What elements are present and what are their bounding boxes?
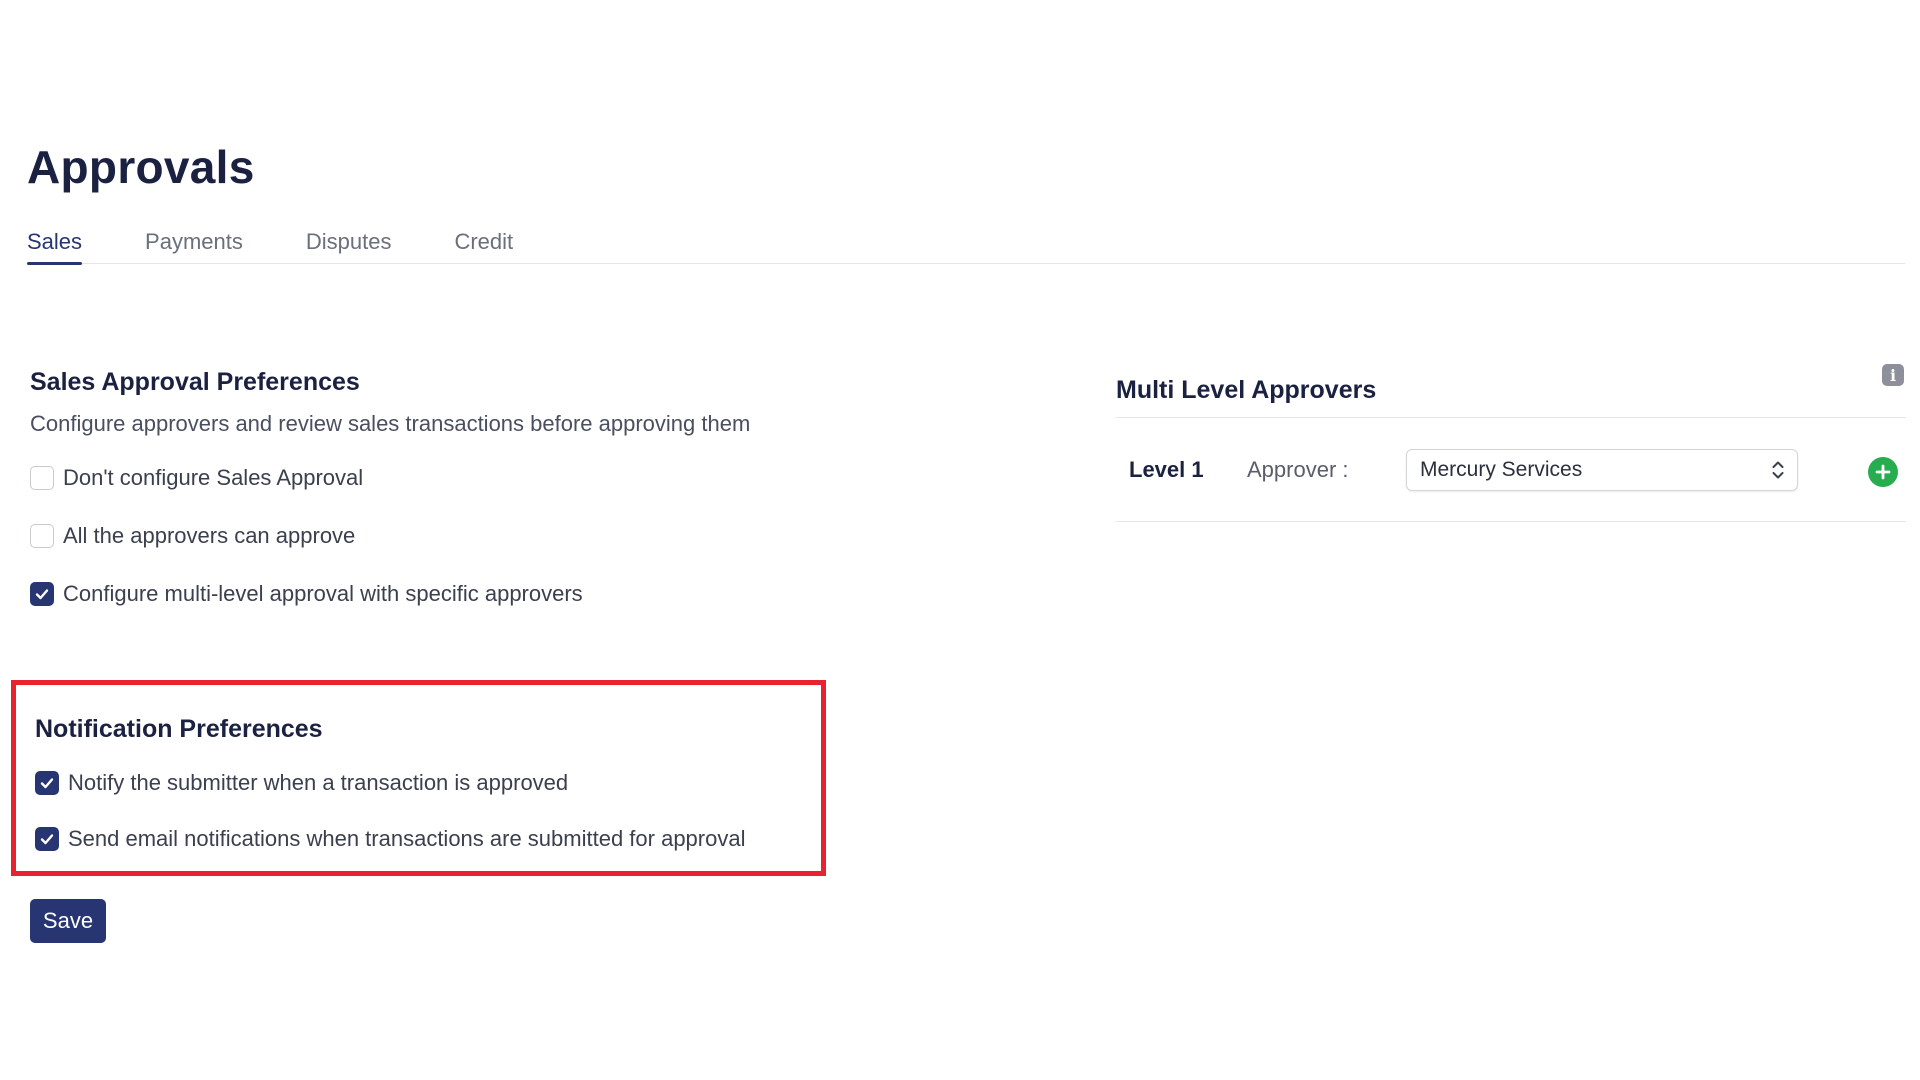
approver-select-value: Mercury Services (1420, 457, 1583, 481)
notification-heading: Notification Preferences (35, 715, 323, 743)
checkbox[interactable] (30, 466, 54, 490)
option-label: Don't configure Sales Approval (63, 465, 364, 490)
option-label: Send email notifications when transactio… (68, 826, 746, 851)
approver-level-row: Level 1 Approver : Mercury Services (1116, 418, 1906, 522)
checkbox-checked[interactable] (30, 582, 54, 606)
level-label: Level 1 (1129, 456, 1204, 482)
multi-level-approvers-section: Multi Level Approvers i Level 1 Approver… (1116, 364, 1906, 522)
option-notify-submitter[interactable]: Notify the submitter when a transaction … (35, 766, 815, 800)
option-dont-configure[interactable]: Don't configure Sales Approval (30, 461, 810, 495)
option-label: All the approvers can approve (63, 523, 356, 548)
sales-approval-heading: Sales Approval Preferences (30, 368, 360, 396)
checkbox-checked[interactable] (35, 771, 59, 795)
approver-select[interactable]: Mercury Services (1406, 448, 1798, 491)
sales-approval-description: Configure approvers and review sales tra… (30, 411, 751, 436)
tab-credit[interactable]: Credit (454, 228, 513, 264)
option-email-notifications[interactable]: Send email notifications when transactio… (35, 822, 815, 856)
sales-approval-section: Sales Approval Preferences Configure app… (30, 368, 810, 611)
tab-bar: Sales Payments Disputes Credit (27, 228, 1905, 265)
tab-disputes[interactable]: Disputes (306, 228, 392, 264)
tab-sales[interactable]: Sales (27, 228, 83, 265)
checkmark-icon (35, 589, 49, 600)
option-multi-level[interactable]: Configure multi-level approval with spec… (30, 577, 810, 611)
approver-label: Approver : (1247, 456, 1349, 482)
option-all-approvers[interactable]: All the approvers can approve (30, 519, 810, 553)
option-label: Configure multi-level approval with spec… (63, 581, 583, 606)
multi-level-header: Multi Level Approvers i (1116, 364, 1906, 418)
checkbox[interactable] (30, 524, 54, 548)
notification-preferences-section: Notification Preferences Notify the subm… (35, 715, 815, 856)
info-icon[interactable]: i (1882, 364, 1904, 386)
checkmark-icon (40, 834, 54, 845)
page-title: Approvals (27, 141, 255, 193)
option-label: Notify the submitter when a transaction … (68, 770, 569, 795)
multi-level-heading: Multi Level Approvers (1116, 376, 1377, 404)
save-button[interactable]: Save (30, 899, 106, 943)
plus-icon (1875, 464, 1891, 480)
tab-payments[interactable]: Payments (145, 228, 243, 264)
checkmark-icon (40, 778, 54, 789)
checkbox-checked[interactable] (35, 827, 59, 851)
approvals-page: Approvals Sales Payments Disputes Credit… (0, 0, 1920, 1080)
add-level-button[interactable] (1868, 457, 1898, 487)
notification-preferences-highlight: Notification Preferences Notify the subm… (11, 680, 826, 876)
chevron-up-down-icon (1772, 461, 1784, 478)
